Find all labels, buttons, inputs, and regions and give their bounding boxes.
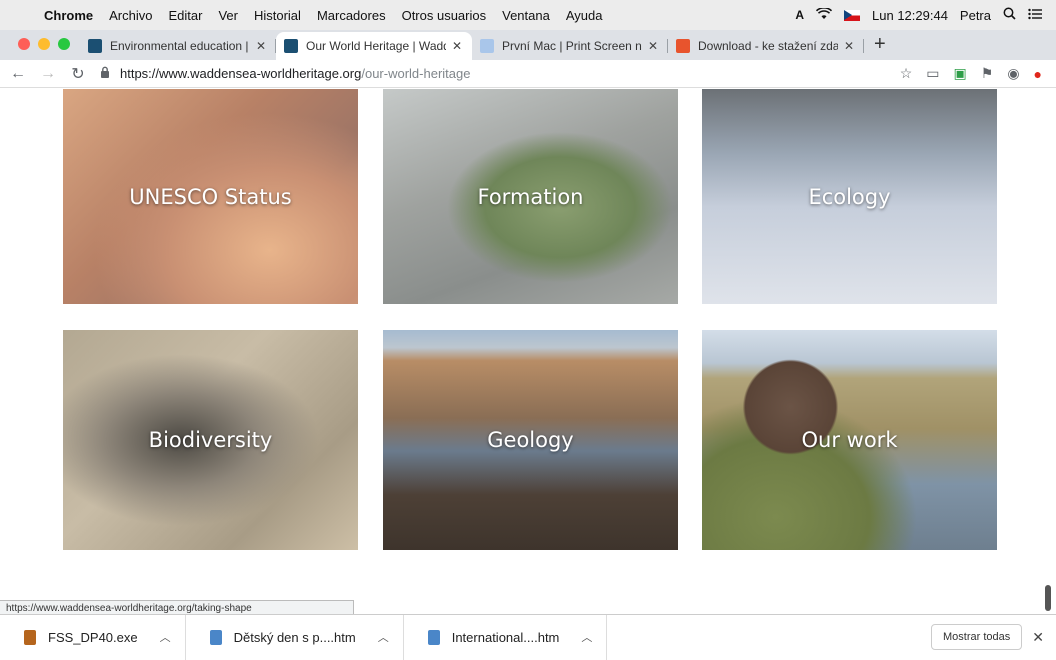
notification-center-icon[interactable] (1028, 8, 1042, 23)
close-window-button[interactable] (18, 38, 30, 50)
menu-ayuda[interactable]: Ayuda (566, 8, 603, 23)
new-tab-button[interactable]: + (864, 33, 896, 60)
web-page: UNESCO Status Formation Ecology Biodiver… (0, 89, 1056, 614)
tile-our-work[interactable]: Our work (702, 330, 997, 550)
download-item[interactable]: International....htm ︿ (404, 614, 608, 660)
tab-download[interactable]: Download - ke stažení zdarma ✕ (668, 32, 864, 60)
chevron-up-icon[interactable]: ︿ (581, 629, 592, 645)
close-tab-icon[interactable]: ✕ (450, 39, 464, 53)
chevron-up-icon[interactable]: ︿ (378, 629, 389, 645)
browser-toolbar: ← → ↻ https://www.waddensea-worldheritag… (0, 60, 1056, 88)
tile-label: Our work (801, 428, 898, 452)
toolbar-actions: ☆ ▭ ▣ ⚑ ◉ ● (900, 65, 1042, 82)
tab-environmental-education[interactable]: Environmental education | Wad ✕ (80, 32, 276, 60)
wadden-favicon-icon (88, 39, 102, 53)
tab-strip: Environmental education | Wad ✕ Our Worl… (0, 30, 1056, 60)
download-filename: International....htm (451, 629, 560, 645)
tile-unesco-status[interactable]: UNESCO Status (63, 89, 358, 304)
download-shelf: FSS_DP40.exe ︿ Dětský den s p....htm ︿ I… (0, 614, 1056, 660)
spotlight-search-icon[interactable] (1003, 7, 1016, 23)
address-bar[interactable]: https://www.waddensea-worldheritage.org /… (100, 66, 900, 81)
close-tab-icon[interactable]: ✕ (254, 39, 268, 53)
menu-ventana[interactable]: Ventana (502, 8, 550, 23)
download-filename: Dětský den s p....htm (233, 629, 356, 645)
tile-geology[interactable]: Geology (383, 330, 678, 550)
tab-title: První Mac | Print Screen na Ma (502, 39, 642, 53)
menubar-clock[interactable]: Lun 12:29:44 (872, 8, 948, 23)
close-tab-icon[interactable]: ✕ (842, 39, 856, 53)
back-arrow-icon[interactable]: ← (6, 65, 30, 83)
url-path: /our-world-heritage (361, 66, 471, 81)
reload-icon[interactable]: ↻ (66, 64, 90, 84)
tile-label: Ecology (808, 184, 891, 209)
wifi-icon[interactable] (815, 6, 833, 23)
tile-biodiversity[interactable]: Biodiversity (63, 330, 358, 550)
window-controls (0, 38, 80, 60)
adobe-icon[interactable]: A (795, 8, 804, 22)
download-filename: FSS_DP40.exe (48, 629, 138, 645)
flag-extension-icon[interactable]: ⚑ (981, 65, 994, 82)
tile-label: Geology (487, 428, 574, 452)
tile-label: Biodiversity (148, 428, 273, 452)
exe-file-icon (24, 629, 36, 645)
menu-historial[interactable]: Historial (254, 8, 301, 23)
tab-title: Our World Heritage | Wadden S (306, 39, 446, 53)
tab-prvni-mac[interactable]: První Mac | Print Screen na Ma ✕ (472, 32, 668, 60)
tab-separator (863, 39, 864, 53)
download-item[interactable]: Dětský den s p....htm ︿ (186, 614, 404, 660)
chevron-up-icon[interactable]: ︿ (160, 629, 171, 645)
tab-title: Download - ke stažení zdarma (698, 39, 838, 53)
tile-label: Formation (477, 184, 584, 209)
page-scrollbar[interactable] (1045, 585, 1051, 611)
tile-formation[interactable]: Formation (383, 89, 678, 304)
zoom-window-button[interactable] (58, 38, 70, 50)
download-site-favicon-icon (676, 39, 690, 53)
wadden-favicon-icon (284, 39, 298, 53)
menu-archivo[interactable]: Archivo (109, 8, 152, 23)
minimize-window-button[interactable] (38, 38, 50, 50)
profile-icon[interactable]: ◉ (1007, 65, 1019, 82)
monitor-favicon-icon (480, 39, 494, 53)
bookmark-star-icon[interactable]: ☆ (900, 65, 913, 82)
url-host: https://www.waddensea-worldheritage.org (120, 66, 362, 81)
czech-flag-icon[interactable] (844, 9, 861, 21)
mac-menubar: Chrome Archivo Editar Ver Historial Marc… (0, 0, 1056, 30)
menu-ver[interactable]: Ver (218, 8, 238, 23)
menu-otros-usuarios[interactable]: Otros usuarios (402, 8, 487, 23)
menu-marcadores[interactable]: Marcadores (317, 8, 386, 23)
tile-label: UNESCO Status (129, 184, 292, 209)
close-tab-icon[interactable]: ✕ (646, 39, 660, 53)
close-icon[interactable]: ✕ (1032, 629, 1044, 646)
download-item[interactable]: FSS_DP40.exe ︿ (0, 614, 186, 660)
show-all-downloads-button[interactable]: Mostrar todas (931, 624, 1023, 650)
tab-title: Environmental education | Wad (110, 39, 250, 53)
tab-our-world-heritage[interactable]: Our World Heritage | Wadden S ✕ (276, 32, 472, 60)
htm-file-icon (209, 629, 222, 645)
tile-ecology[interactable]: Ecology (702, 89, 997, 304)
htm-file-icon (427, 629, 440, 645)
menu-app-name[interactable]: Chrome (44, 8, 93, 23)
menu-editar[interactable]: Editar (168, 8, 202, 23)
lock-icon (100, 66, 112, 81)
extension-new-icon[interactable]: ▣ (954, 65, 967, 82)
menubar-user[interactable]: Petra (960, 8, 991, 23)
forward-arrow-icon[interactable]: → (36, 65, 60, 83)
adblock-icon[interactable]: ● (1034, 66, 1042, 82)
cast-icon[interactable]: ▭ (926, 65, 939, 82)
